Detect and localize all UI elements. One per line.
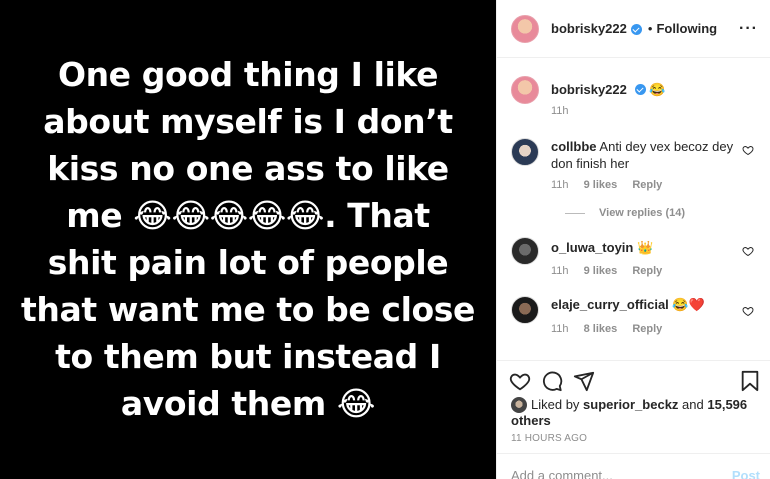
comment-likes[interactable]: 9 likes [584,179,618,191]
reply-button[interactable]: Reply [632,323,662,335]
likes-summary: Liked by superior_beckz and 15,596 other… [511,397,760,429]
post-timestamp[interactable]: 11 HOURS AGO [511,433,587,444]
like-comment-heart-icon[interactable] [742,144,754,156]
comment-likes[interactable]: 8 likes [584,323,618,335]
like-comment-heart-icon[interactable] [742,305,754,317]
comment-time: 11h [551,323,569,335]
comment-text: 👑 [636,240,654,255]
like-heart-icon[interactable] [509,370,531,392]
post-text-line: kiss no one ass to like [47,148,449,188]
author-avatar[interactable] [511,14,539,43]
post-text-line: shit pain lot of people [47,242,449,282]
liker-username[interactable]: superior_beckz [583,397,678,412]
commenter-avatar[interactable] [511,296,539,324]
add-comment-input[interactable] [511,468,711,479]
more-options-icon[interactable]: ··· [739,20,758,38]
post-text-line: One good thing I like [57,54,439,94]
caption-avatar[interactable] [511,76,539,104]
comment-time: 11h [551,179,569,191]
commenter-avatar[interactable] [511,138,539,166]
post-text-line: me 😂😂😂😂😂. That [66,195,430,235]
commenter-avatar[interactable] [511,237,539,265]
caption-username[interactable]: bobrisky222 [551,82,627,97]
post-actions: Liked by superior_beckz and 15,596 other… [497,360,770,479]
post-text-line: about myself is I don’t [43,101,453,141]
reply-button[interactable]: Reply [632,179,662,191]
post-sidebar: bobrisky222 • Following ··· bobrisky222 … [496,0,770,479]
post-header: bobrisky222 • Following ··· [497,0,770,58]
following-button[interactable]: Following [656,21,717,36]
post-text-line: that want me to be close [21,289,475,329]
comment-time: 11h [551,265,569,277]
caption-text: 😂 [649,82,666,97]
post-image-text: One good thing I like about myself is I … [8,51,488,427]
save-bookmark-icon[interactable] [740,370,760,392]
view-replies-button[interactable]: View replies (14) [567,207,685,219]
comment-username[interactable]: collbbe [551,139,597,154]
liked-by-and: and [682,397,704,412]
author-username[interactable]: bobrisky222 [551,21,627,36]
comments-list[interactable]: bobrisky222 😂 11h collbbe Anti dey vex b… [497,59,770,359]
caption-time: 11h [551,105,569,117]
post-text-line: to them but instead I [55,336,441,376]
comment-text: 😂❤️ [672,297,705,312]
verified-badge-icon [630,24,642,35]
share-send-icon[interactable] [573,370,595,392]
comment-username[interactable]: o_luwa_toyin [551,240,633,255]
liked-by-prefix: Liked by [531,397,580,412]
add-comment-bar: Post [497,453,770,479]
comment-likes[interactable]: 9 likes [584,265,618,277]
post-text-line: avoid them 😂 [120,383,376,423]
post-image[interactable]: One good thing I like about myself is I … [0,0,496,479]
comment-bubble-icon[interactable] [541,370,563,392]
reply-button[interactable]: Reply [632,265,662,277]
liker-avatar[interactable] [511,397,527,413]
comment-username[interactable]: elaje_curry_official [551,297,669,312]
like-comment-heart-icon[interactable] [742,245,754,257]
verified-badge-icon [634,84,646,95]
header-separator: • [647,21,653,36]
post-comment-button[interactable]: Post [732,468,760,479]
